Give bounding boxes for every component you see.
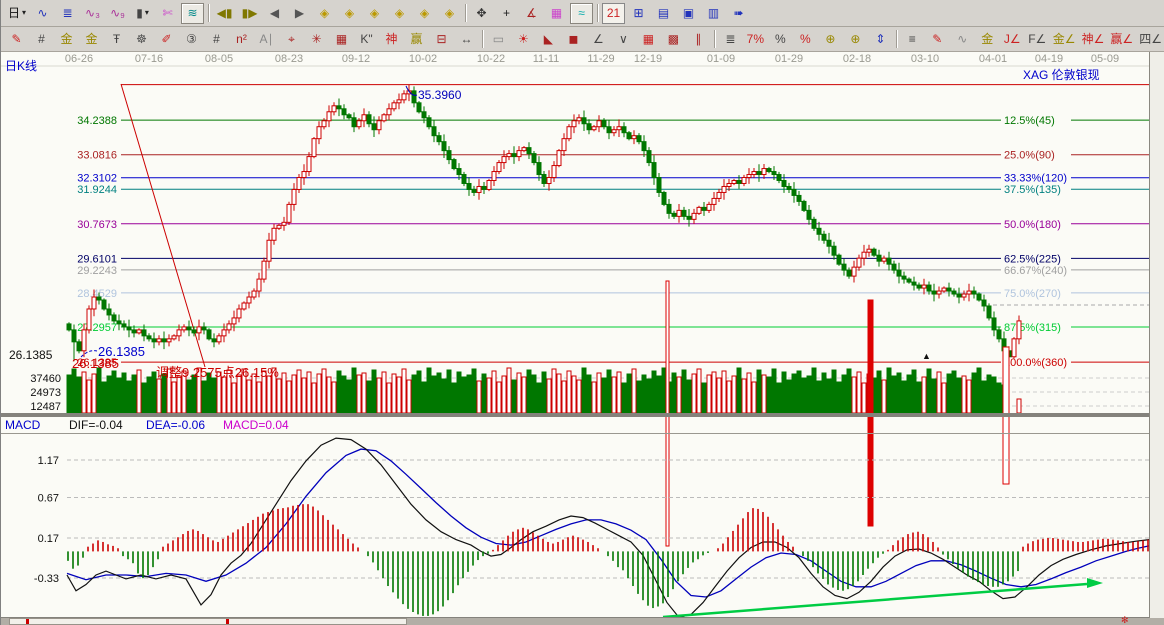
macd-macd-value: MACD=0.04 xyxy=(223,418,289,432)
retracement-percent-label: 25.0%(90) xyxy=(1004,150,1055,162)
svg-text:04-19: 04-19 xyxy=(1035,53,1063,65)
price-level-label: 29.6101 xyxy=(77,253,117,265)
retracement-percent-label: 12.5%(45) xyxy=(1004,115,1055,127)
svg-text:03-10: 03-10 xyxy=(911,53,939,65)
price-level-label: 29.2243 xyxy=(77,265,117,277)
price-level-label: 31.9244 xyxy=(77,184,117,196)
candlestick-series xyxy=(67,85,1021,361)
right-gutter xyxy=(1150,52,1164,618)
macd-axis-label: -0.33 xyxy=(34,573,59,585)
price-level-label: 34.2388 xyxy=(77,115,117,127)
scrollbar-marker-icon: ✻ xyxy=(1121,615,1129,625)
svg-text:09-12: 09-12 xyxy=(342,53,370,65)
svg-text:06-26: 06-26 xyxy=(65,53,93,65)
retracement-percent-label: 87.5%(315) xyxy=(1004,322,1061,334)
macd-panel: 1.17 0.67 0.17 -0.33 xyxy=(34,438,1149,617)
svg-text:11-29: 11-29 xyxy=(587,53,614,65)
price-level-label: 33.0816 xyxy=(77,150,117,162)
macd-trendline xyxy=(663,584,1087,617)
retracement-percent-label: 66.67%(240) xyxy=(1004,265,1067,277)
svg-text:05-09: 05-09 xyxy=(1091,53,1119,65)
svg-text:08-05: 08-05 xyxy=(205,53,233,65)
retracement-percent-label: 50.0%(180) xyxy=(1004,219,1061,231)
price-level-label: 32.3102 xyxy=(77,173,117,185)
price-level-label: 30.7673 xyxy=(77,219,117,231)
svg-text:02-18: 02-18 xyxy=(843,53,871,65)
retracement-percent-label: 62.5%(225) xyxy=(1004,253,1061,265)
scrollbar-red-mark xyxy=(26,619,29,624)
macd-top-divider xyxy=(1,433,1164,434)
volume-axis-label: 37460 xyxy=(30,373,61,385)
volume-axis-label: 12487 xyxy=(30,401,61,413)
macd-indicator-row: MACD DIF=-0.04 DEA=-0.06 MACD=0.04 xyxy=(1,417,1149,433)
retracement-note: 调整9.2575点26.15% xyxy=(156,362,279,381)
low-price-annotation-red: 26.1385 xyxy=(72,356,119,371)
retracement-percent-label: 100.0%(360) xyxy=(1004,357,1067,369)
panel-title-kline: 日K线 xyxy=(5,57,37,74)
macd-dif-value: DIF=-0.04 xyxy=(69,418,123,432)
chart-canvas[interactable]: 06-26 07-16 08-05 08-23 09-12 10-02 10-22 11-11… xyxy=(1,0,1164,625)
date-axis: 06-26 07-16 08-05 08-23 09-12 10-02 10-22 11-11… xyxy=(65,53,1119,65)
svg-text:01-29: 01-29 xyxy=(775,53,803,65)
horizontal-scrollbar[interactable]: ✻ xyxy=(1,618,1164,625)
macd-axis-label: 0.67 xyxy=(38,493,59,505)
diagonal-trendline xyxy=(121,84,205,367)
svg-text:10-22: 10-22 xyxy=(477,53,505,65)
scrollbar-thumb[interactable] xyxy=(9,618,407,625)
svg-text:10-02: 10-02 xyxy=(409,53,437,65)
symbol-label: XAG 伦敦银现 xyxy=(1023,66,1100,83)
svg-text:11-11: 11-11 xyxy=(533,53,560,65)
macd-panel-label: MACD xyxy=(5,418,40,432)
macd-axis-label: 1.17 xyxy=(38,455,59,467)
app-window: 日▾∿≣∿₃∿₉▮▾✄≋◀▮▮▶◀▶◈◈◈◈◈◈✥+∡▦≈21⊞▤▣▥➠ ✎#金… xyxy=(0,0,1164,625)
volume-axis-label: 24973 xyxy=(30,387,61,399)
retracement-percent-label: 37.5%(135) xyxy=(1004,184,1061,196)
retracement-levels: 34.238812.5%(45)33.081625.0%(90)32.31023… xyxy=(77,85,1149,370)
svg-text:04-01: 04-01 xyxy=(979,53,1007,65)
macd-dea-value: DEA=-0.06 xyxy=(146,418,205,432)
retracement-percent-label: 75.0%(270) xyxy=(1004,288,1061,300)
macd-histogram xyxy=(68,504,1148,616)
retracement-percent-label: 33.33%(120) xyxy=(1004,173,1067,185)
svg-text:12-19: 12-19 xyxy=(634,53,662,65)
scrollbar-red-mark xyxy=(226,619,229,624)
svg-text:01-09: 01-09 xyxy=(707,53,735,65)
trend-arrow-head xyxy=(1087,578,1103,588)
peak-price-annotation: 35.3960 xyxy=(418,88,461,102)
svg-text:07-16: 07-16 xyxy=(135,53,163,65)
macd-axis-label: 0.17 xyxy=(38,533,59,545)
low-price-axis-label: 26.1385 xyxy=(9,348,52,362)
triangle-marker: ▲ xyxy=(922,351,931,361)
svg-text:08-23: 08-23 xyxy=(275,53,303,65)
